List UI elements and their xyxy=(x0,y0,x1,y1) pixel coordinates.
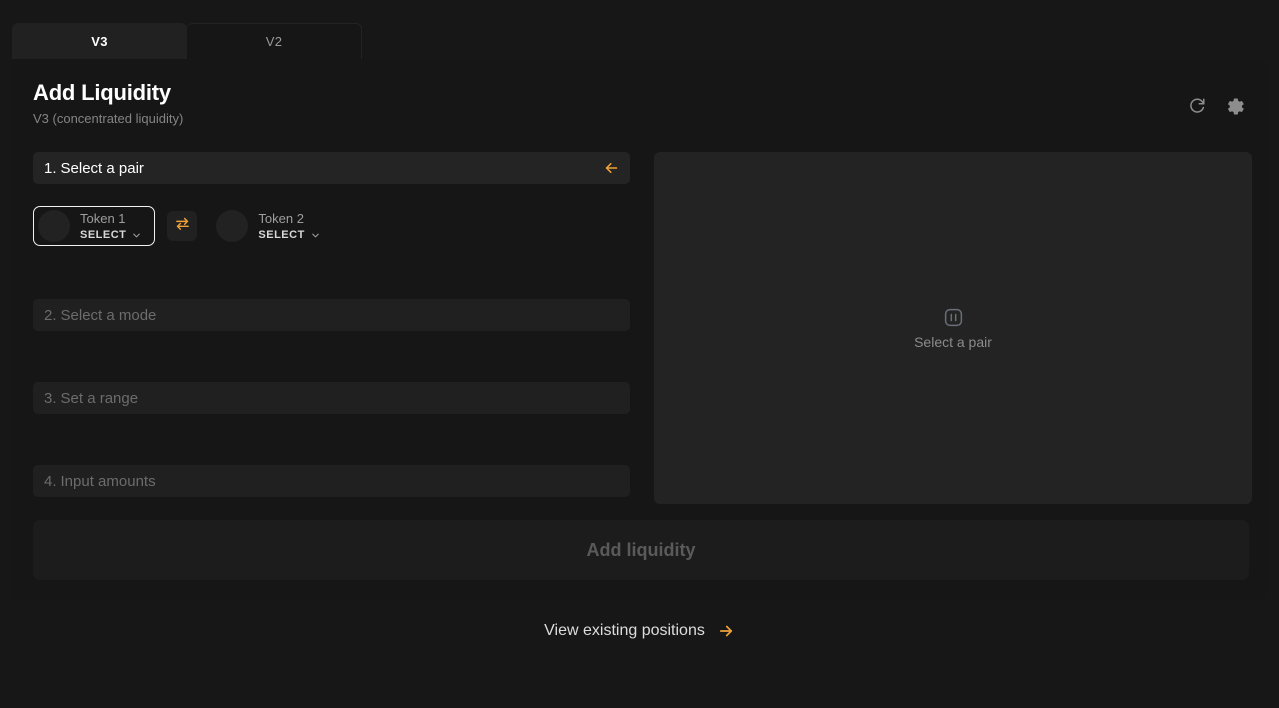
tab-v3-label: V3 xyxy=(91,33,108,49)
chevron-down-icon xyxy=(131,230,142,241)
token2-avatar xyxy=(216,210,249,242)
page-title: Add Liquidity xyxy=(33,80,171,105)
token2-select-action[interactable]: SELECT xyxy=(258,229,320,242)
step-4-label: Input amounts xyxy=(60,472,156,490)
token2-texts: Token 2 SELECT xyxy=(258,211,320,242)
refresh-icon[interactable] xyxy=(1187,96,1207,116)
chart-placeholder-icon xyxy=(943,307,964,328)
page-subtitle: V3 (concentrated liquidity) xyxy=(33,111,184,126)
step-1-number: 1. xyxy=(44,159,57,177)
token2-select-label: SELECT xyxy=(258,228,305,241)
header-actions xyxy=(1187,96,1245,116)
chart-empty-text: Select a pair xyxy=(914,333,992,350)
version-tabs: V3 V2 xyxy=(12,23,362,59)
swap-arrows-icon xyxy=(174,215,191,237)
step-1-label: Select a pair xyxy=(60,159,144,177)
chevron-down-icon xyxy=(310,230,321,241)
card-header: Add Liquidity V3 (concentrated liquidity… xyxy=(33,80,183,127)
step-input-amounts[interactable]: 4. Input amounts xyxy=(33,465,630,497)
add-liquidity-button[interactable]: Add liquidity xyxy=(33,520,1249,580)
step-select-a-mode[interactable]: 2. Select a mode xyxy=(33,299,630,331)
steps-column: 1. Select a pair Token 1 SELECT Token 2 … xyxy=(33,152,630,497)
step-2-label: Select a mode xyxy=(60,306,157,324)
token1-avatar xyxy=(38,210,70,242)
arrow-left-icon[interactable] xyxy=(603,160,620,177)
view-existing-positions-label: View existing positions xyxy=(544,622,705,639)
token1-name: Token 1 xyxy=(80,210,126,226)
step-2-number: 2. xyxy=(44,306,57,324)
view-existing-positions-link[interactable]: View existing positions xyxy=(0,622,1279,640)
step-3-number: 3. xyxy=(44,389,57,407)
token2-name: Token 2 xyxy=(258,210,304,226)
swap-tokens-button[interactable] xyxy=(167,211,198,241)
token1-texts: Token 1 SELECT xyxy=(80,211,142,242)
token-pair-selector: Token 1 SELECT Token 2 SELECT xyxy=(33,205,630,247)
token1-select-label: SELECT xyxy=(80,228,127,241)
chart-panel: Select a pair xyxy=(654,152,1252,504)
step-set-a-range[interactable]: 3. Set a range xyxy=(33,382,630,414)
token2-selector[interactable]: Token 2 SELECT xyxy=(215,206,333,246)
step-3-label: Set a range xyxy=(60,389,139,407)
token1-select-action[interactable]: SELECT xyxy=(80,229,142,242)
gear-icon[interactable] xyxy=(1225,96,1245,116)
token1-selector[interactable]: Token 1 SELECT xyxy=(33,206,156,246)
tab-v3[interactable]: V3 xyxy=(12,23,187,59)
arrow-right-icon xyxy=(717,622,735,640)
step-4-number: 4. xyxy=(44,472,57,490)
tab-v2[interactable]: V2 xyxy=(187,23,362,59)
step-select-a-pair[interactable]: 1. Select a pair xyxy=(33,152,630,184)
add-liquidity-card: Add Liquidity V3 (concentrated liquidity… xyxy=(12,59,1267,601)
tab-v2-label: V2 xyxy=(265,34,283,49)
